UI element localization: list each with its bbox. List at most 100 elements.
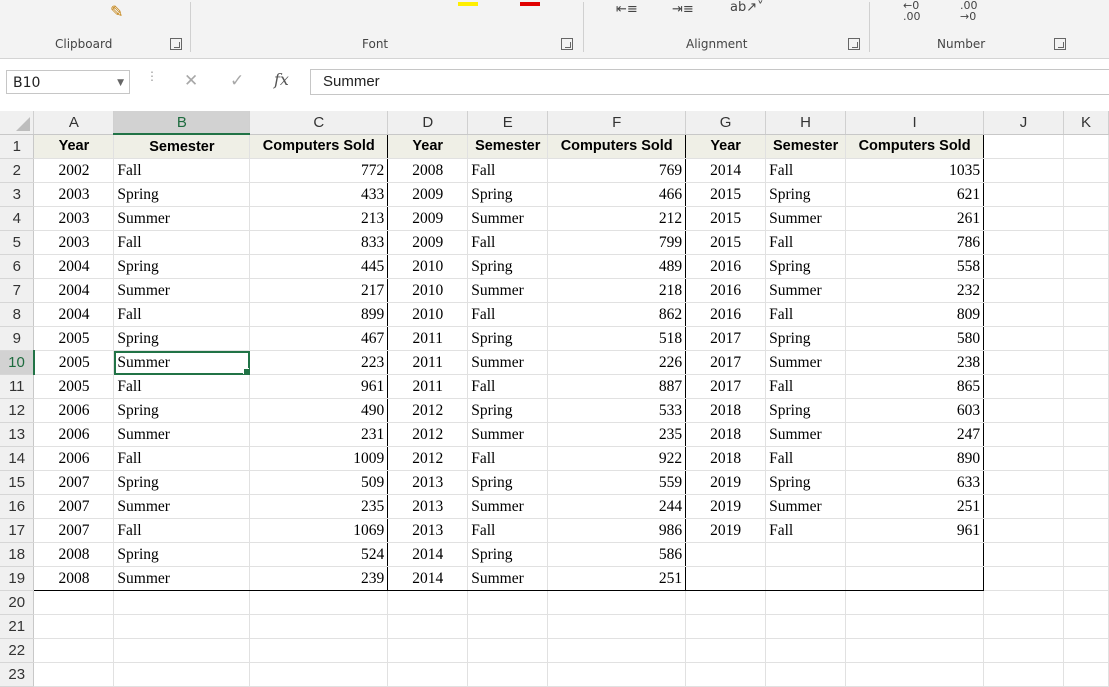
cell-j15[interactable] — [983, 470, 1064, 495]
cell-b6[interactable]: Spring — [113, 254, 251, 279]
column-header-g[interactable]: G — [685, 111, 767, 135]
cell-g16[interactable]: 2019 — [685, 494, 767, 519]
cell-f18[interactable]: 586 — [547, 542, 687, 567]
cell-f14[interactable]: 922 — [547, 446, 687, 471]
cell-j23[interactable] — [983, 662, 1064, 687]
cell-e6[interactable]: Spring — [467, 254, 549, 279]
cell-j2[interactable] — [983, 158, 1064, 183]
cell-a13[interactable]: 2006 — [33, 422, 115, 447]
cell-g13[interactable]: 2018 — [685, 422, 767, 447]
cell-h15[interactable]: Spring — [765, 470, 847, 495]
cell-f23[interactable] — [547, 662, 687, 687]
cell-i9[interactable]: 580 — [845, 326, 985, 351]
cell-f7[interactable]: 218 — [547, 278, 687, 303]
cell-j8[interactable] — [983, 302, 1064, 327]
font-launcher-icon[interactable] — [561, 38, 573, 50]
cell-k12[interactable] — [1063, 398, 1109, 423]
cell-f19[interactable]: 251 — [547, 566, 687, 591]
cancel-icon[interactable]: ✕ — [184, 71, 198, 91]
cell-h4[interactable]: Summer — [765, 206, 847, 231]
cell-i13[interactable]: 247 — [845, 422, 985, 447]
cell-g7[interactable]: 2016 — [685, 278, 767, 303]
cell-h10[interactable]: Summer — [765, 350, 847, 375]
row-header-2[interactable]: 2 — [0, 158, 35, 183]
decrease-decimal-icon[interactable]: .00 →0 — [960, 0, 978, 22]
cell-e19[interactable]: Summer — [467, 566, 549, 591]
cell-g15[interactable]: 2019 — [685, 470, 767, 495]
cell-b9[interactable]: Spring — [113, 326, 251, 351]
cell-a6[interactable]: 2004 — [33, 254, 115, 279]
cell-a14[interactable]: 2006 — [33, 446, 115, 471]
row-header-11[interactable]: 11 — [0, 374, 35, 399]
font-color-icon[interactable] — [520, 2, 540, 6]
cell-d22[interactable] — [387, 638, 469, 663]
cell-g3[interactable]: 2015 — [685, 182, 767, 207]
cell-e5[interactable]: Fall — [467, 230, 549, 255]
cell-i16[interactable]: 251 — [845, 494, 985, 519]
cell-k11[interactable] — [1063, 374, 1109, 399]
decrease-indent-icon[interactable]: ⇤≡ — [616, 2, 638, 17]
cell-f20[interactable] — [547, 590, 687, 615]
cell-a12[interactable]: 2006 — [33, 398, 115, 423]
cell-c20[interactable] — [249, 590, 389, 615]
cell-d20[interactable] — [387, 590, 469, 615]
number-launcher-icon[interactable] — [1054, 38, 1066, 50]
cell-b8[interactable]: Fall — [113, 302, 251, 327]
cell-f12[interactable]: 533 — [547, 398, 687, 423]
cell-k1[interactable] — [1063, 134, 1109, 159]
clipboard-launcher-icon[interactable] — [170, 38, 182, 50]
row-header-10[interactable]: 10 — [0, 350, 35, 375]
cell-j16[interactable] — [983, 494, 1064, 519]
insert-function-icon[interactable]: fx — [274, 70, 289, 89]
cell-e1[interactable]: Semester — [467, 133, 549, 159]
cell-k5[interactable] — [1063, 230, 1109, 255]
cell-f22[interactable] — [547, 638, 687, 663]
cell-g2[interactable]: 2014 — [685, 158, 767, 183]
cell-b11[interactable]: Fall — [113, 374, 251, 399]
cell-b2[interactable]: Fall — [113, 158, 251, 183]
cell-c8[interactable]: 899 — [249, 302, 389, 327]
cell-d23[interactable] — [387, 662, 469, 687]
cell-g20[interactable] — [685, 590, 767, 615]
cell-b13[interactable]: Summer — [113, 422, 251, 447]
cell-e13[interactable]: Summer — [467, 422, 549, 447]
format-painter-icon[interactable]: ✎ — [110, 2, 123, 21]
cell-d10[interactable]: 2011 — [387, 350, 469, 375]
cell-d19[interactable]: 2014 — [387, 566, 469, 591]
cell-h9[interactable]: Spring — [765, 326, 847, 351]
cell-d12[interactable]: 2012 — [387, 398, 469, 423]
cell-d7[interactable]: 2010 — [387, 278, 469, 303]
cell-f1[interactable]: Computers Sold — [547, 133, 687, 159]
row-header-20[interactable]: 20 — [0, 590, 35, 615]
cell-f9[interactable]: 518 — [547, 326, 687, 351]
cell-d2[interactable]: 2008 — [387, 158, 469, 183]
cell-j6[interactable] — [983, 254, 1064, 279]
cell-a22[interactable] — [33, 638, 115, 663]
cell-c10[interactable]: 223 — [249, 350, 389, 375]
cell-f8[interactable]: 862 — [547, 302, 687, 327]
row-header-22[interactable]: 22 — [0, 638, 35, 663]
cell-k15[interactable] — [1063, 470, 1109, 495]
cell-i4[interactable]: 261 — [845, 206, 985, 231]
cell-a17[interactable]: 2007 — [33, 518, 115, 543]
cell-c21[interactable] — [249, 614, 389, 639]
cell-j7[interactable] — [983, 278, 1064, 303]
cell-d13[interactable]: 2012 — [387, 422, 469, 447]
cell-g10[interactable]: 2017 — [685, 350, 767, 375]
cell-k14[interactable] — [1063, 446, 1109, 471]
cell-g22[interactable] — [685, 638, 767, 663]
cell-h11[interactable]: Fall — [765, 374, 847, 399]
cell-d18[interactable]: 2014 — [387, 542, 469, 567]
cell-e11[interactable]: Fall — [467, 374, 549, 399]
row-header-1[interactable]: 1 — [0, 134, 35, 159]
cell-h14[interactable]: Fall — [765, 446, 847, 471]
cell-j14[interactable] — [983, 446, 1064, 471]
cell-a18[interactable]: 2008 — [33, 542, 115, 567]
formula-input[interactable]: Summer — [310, 69, 1109, 95]
row-header-18[interactable]: 18 — [0, 542, 35, 567]
cell-f10[interactable]: 226 — [547, 350, 687, 375]
cell-e20[interactable] — [467, 590, 549, 615]
cell-b22[interactable] — [113, 638, 251, 663]
cell-i19[interactable] — [845, 566, 985, 591]
cell-i10[interactable]: 238 — [845, 350, 985, 375]
